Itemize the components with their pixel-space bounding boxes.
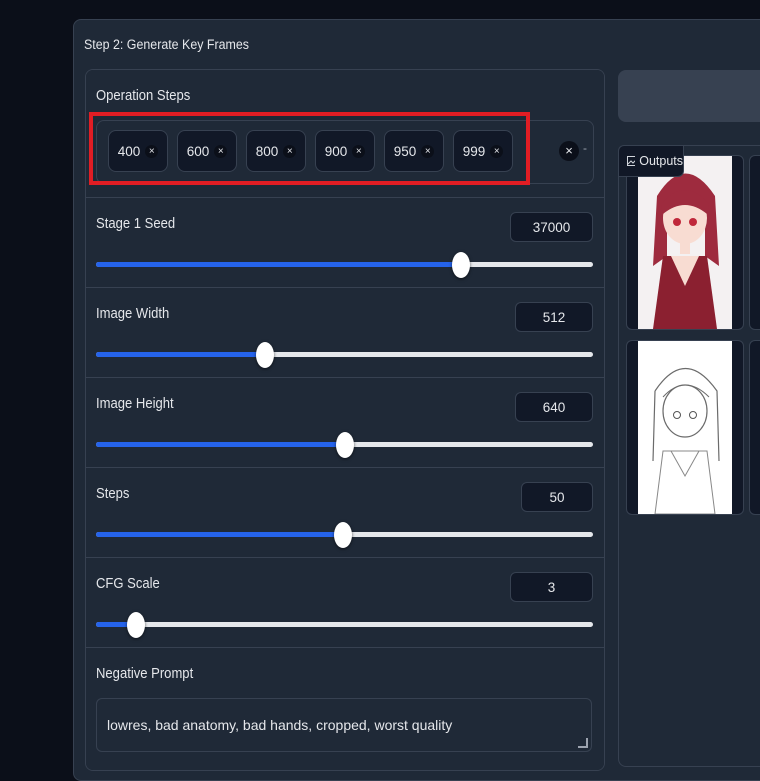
- steps-label: Steps: [96, 486, 130, 502]
- step-tag: 800 ×: [246, 130, 306, 172]
- operation-steps-label: Operation Steps: [96, 88, 191, 104]
- image-height-label: Image Height: [96, 396, 174, 412]
- output-image[interactable]: [626, 340, 744, 515]
- image-height-slider[interactable]: [96, 432, 593, 458]
- slider-fill: [96, 352, 265, 357]
- negative-prompt-textarea[interactable]: lowres, bad anatomy, bad hands, cropped,…: [96, 698, 592, 752]
- seed-number-input[interactable]: 37000: [510, 212, 593, 242]
- clear-all-icon[interactable]: ×: [559, 141, 579, 161]
- image-width-label: Image Width: [96, 306, 170, 322]
- step-tag: 999 ×: [453, 130, 513, 172]
- operation-steps-multiselect[interactable]: 400 × 600 × 800 × 900 × 950 × 999 × × -: [96, 120, 594, 184]
- slider-fill: [96, 532, 343, 537]
- output-image[interactable]: [749, 340, 760, 515]
- seed-slider[interactable]: [96, 252, 593, 278]
- negative-prompt-block: Negative Prompt lowres, bad anatomy, bad…: [86, 648, 604, 770]
- step-tag-value: 999: [462, 143, 486, 159]
- slider-block-cfg: CFG Scale 3: [86, 558, 604, 648]
- slider-fill: [96, 442, 345, 447]
- step-tag-value: 400: [117, 143, 141, 159]
- cfg-scale-number-input[interactable]: 3: [510, 572, 593, 602]
- anime-girl-sketch-image: [638, 341, 732, 514]
- slider-block-height: Image Height 640: [86, 378, 604, 468]
- slider-thumb[interactable]: [452, 252, 470, 278]
- step-tag: 950 ×: [384, 130, 444, 172]
- operation-steps-block: Operation Steps 400 × 600 × 800 × 900 × …: [86, 70, 604, 198]
- steps-slider[interactable]: [96, 522, 593, 548]
- image-width-number-input[interactable]: 512: [515, 302, 593, 332]
- step-tag: 400 ×: [108, 130, 168, 172]
- resize-handle-icon[interactable]: [578, 738, 588, 748]
- slider-thumb[interactable]: [336, 432, 354, 458]
- output-image[interactable]: [749, 155, 760, 330]
- cfg-scale-slider[interactable]: [96, 612, 593, 638]
- panel-title: Step 2: Generate Key Frames: [84, 37, 249, 52]
- slider-thumb[interactable]: [256, 342, 274, 368]
- image-icon: [627, 156, 636, 166]
- image-width-slider[interactable]: [96, 342, 593, 368]
- seed-label: Stage 1 Seed: [96, 216, 176, 232]
- remove-tag-icon[interactable]: ×: [145, 144, 159, 158]
- slider-thumb[interactable]: [127, 612, 145, 638]
- settings-form: Operation Steps 400 × 600 × 800 × 900 × …: [85, 69, 605, 771]
- slider-block-steps: Steps 50: [86, 468, 604, 558]
- step-tag: 900 ×: [315, 130, 375, 172]
- step-tag-value: 950: [393, 143, 417, 159]
- outputs-label: Outputs: [618, 145, 684, 177]
- remove-tag-icon[interactable]: ×: [421, 144, 435, 158]
- remove-tag-icon[interactable]: ×: [352, 144, 366, 158]
- output-image[interactable]: [626, 155, 744, 330]
- negative-prompt-text: lowres, bad anatomy, bad hands, cropped,…: [107, 717, 453, 733]
- step-tag-value: 900: [324, 143, 348, 159]
- remove-tag-icon[interactable]: ×: [490, 144, 504, 158]
- step-tag-value: 600: [186, 143, 210, 159]
- remove-tag-icon[interactable]: ×: [283, 144, 297, 158]
- image-height-number-input[interactable]: 640: [515, 392, 593, 422]
- dropdown-indicator[interactable]: -: [583, 141, 587, 155]
- outputs-label-text: Outputs: [639, 154, 683, 168]
- steps-number-input[interactable]: 50: [521, 482, 593, 512]
- remove-tag-icon[interactable]: ×: [214, 144, 228, 158]
- slider-fill: [96, 262, 461, 267]
- slider-block-seed: Stage 1 Seed 37000: [86, 198, 604, 288]
- generate-button[interactable]: [618, 70, 760, 122]
- cfg-scale-label: CFG Scale: [96, 576, 160, 592]
- slider-thumb[interactable]: [334, 522, 352, 548]
- slider-block-width: Image Width 512: [86, 288, 604, 378]
- anime-girl-color-image: [638, 156, 732, 329]
- negative-prompt-label: Negative Prompt: [96, 666, 194, 682]
- step-tag-value: 800: [255, 143, 279, 159]
- step-tag: 600 ×: [177, 130, 237, 172]
